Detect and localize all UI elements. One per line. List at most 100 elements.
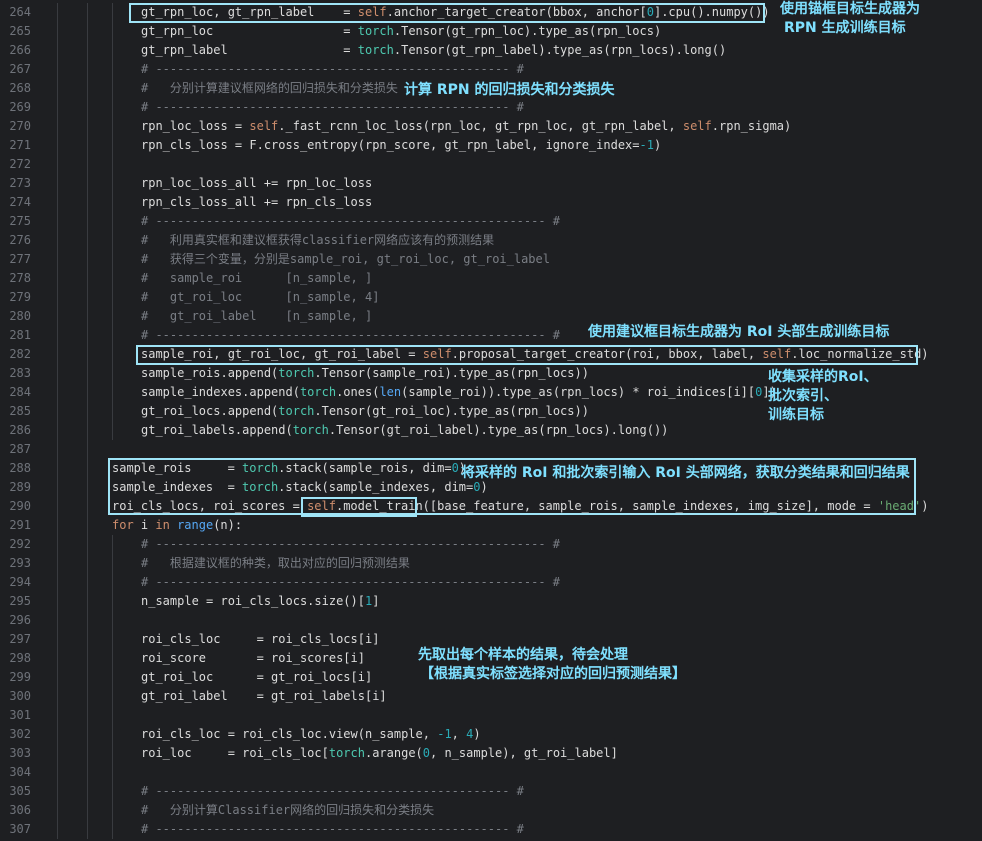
indent-guide [112, 611, 113, 630]
indent-guide [112, 212, 113, 231]
code-text: rpn_loc_loss = self._fast_rcnn_loc_loss(… [141, 119, 792, 133]
code-line[interactable]: 276 # 利用真实框和建议框获得classifier网络应该有的预测结果 [0, 231, 982, 250]
code-text: # --------------------------------------… [141, 575, 561, 589]
code-line[interactable]: 278 # sample_roi [n_sample, ] [0, 269, 982, 288]
code-line[interactable]: 267 # -----------------------------------… [0, 60, 982, 79]
code-line[interactable]: 272 [0, 155, 982, 174]
indent-guide [57, 269, 58, 288]
indent-guide [87, 155, 88, 174]
code-text: gt_rpn_label = torch.Tensor(gt_rpn_label… [141, 43, 727, 57]
indent-guide [57, 22, 58, 41]
code-line[interactable]: 286 gt_roi_labels.append(torch.Tensor(gt_… [0, 421, 982, 440]
indent-guide [112, 573, 113, 592]
indent-guide [57, 250, 58, 269]
line-number: 288 [9, 461, 31, 475]
code-line[interactable]: 269 # -----------------------------------… [0, 98, 982, 117]
code-text: roi_cls_loc = roi_cls_loc.view(n_sample,… [141, 727, 481, 741]
code-line[interactable]: 303 roi_loc = roi_cls_loc[torch.arange(0,… [0, 744, 982, 763]
code-line[interactable]: 292 # -----------------------------------… [0, 535, 982, 554]
code-line[interactable]: 287 [0, 440, 982, 459]
indent-guide [87, 231, 88, 250]
indent-guide [87, 649, 88, 668]
code-line[interactable]: 290 roi_cls_locs, roi_scores = self.model… [0, 497, 982, 516]
code-text: gt_roi_labels.append(torch.Tensor(gt_roi… [141, 423, 669, 437]
code-line[interactable]: 271 rpn_cls_loss = F.cross_entropy(rpn_sc… [0, 136, 982, 155]
code-text: # --------------------------------------… [141, 214, 561, 228]
code-line[interactable]: 295 n_sample = roi_cls_locs.size()[1] [0, 592, 982, 611]
indent-guide [87, 174, 88, 193]
code-line[interactable]: 275 # -----------------------------------… [0, 212, 982, 231]
code-text: n_sample = roi_cls_locs.size()[1] [141, 594, 380, 608]
code-line[interactable]: 282 sample_roi, gt_roi_loc, gt_roi_label … [0, 345, 982, 364]
indent-guide [87, 801, 88, 820]
code-line[interactable]: 306 # 分别计算Classifier网络的回归损失和分类损失 [0, 801, 982, 820]
code-line[interactable]: 293 # 根据建议框的种类，取出对应的回归预测结果 [0, 554, 982, 573]
line-number: 272 [9, 157, 31, 171]
indent-guide [57, 193, 58, 212]
code-line[interactable]: 291 for i in range(n): [0, 516, 982, 535]
code-text: gt_rpn_loc = torch.Tensor(gt_rpn_loc).ty… [141, 24, 662, 38]
code-line[interactable]: 277 # 获得三个变量，分别是sample_roi, gt_roi_loc, g… [0, 250, 982, 269]
indent-guide [87, 421, 88, 440]
line-number: 277 [9, 252, 31, 266]
indent-guide [57, 611, 58, 630]
code-line[interactable]: 307 # -----------------------------------… [0, 820, 982, 839]
line-number: 271 [9, 138, 31, 152]
line-number: 281 [9, 328, 31, 342]
code-line[interactable]: 273 rpn_loc_loss_all += rpn_loc_loss [0, 174, 982, 193]
code-text: gt_rpn_loc, gt_rpn_label = self.anchor_t… [141, 5, 770, 19]
code-line[interactable]: 266 gt_rpn_label = torch.Tensor(gt_rpn_la… [0, 41, 982, 60]
code-line[interactable]: 305 # -----------------------------------… [0, 782, 982, 801]
annotation-per-sample-1: 先取出每个样本的结果，待会处理 [418, 647, 628, 663]
indent-guide [112, 744, 113, 763]
indent-guide [57, 725, 58, 744]
code-line[interactable]: 296 [0, 611, 982, 630]
indent-guide [87, 554, 88, 573]
code-text: # --------------------------------------… [141, 62, 524, 76]
indent-guide [112, 41, 113, 60]
indent-guide [57, 364, 58, 383]
indent-guide [57, 801, 58, 820]
code-line[interactable]: 300 gt_roi_label = gt_roi_labels[i] [0, 687, 982, 706]
line-number: 287 [9, 442, 31, 456]
line-number: 283 [9, 366, 31, 380]
indent-guide [57, 459, 58, 478]
code-line[interactable]: 294 # -----------------------------------… [0, 573, 982, 592]
code-line[interactable]: 301 [0, 706, 982, 725]
indent-guide [112, 421, 113, 440]
indent-guide [112, 117, 113, 136]
indent-guide [57, 79, 58, 98]
indent-guide [57, 706, 58, 725]
indent-guide [112, 79, 113, 98]
indent-guide [57, 592, 58, 611]
indent-guide [87, 535, 88, 554]
indent-guide [57, 478, 58, 497]
indent-guide [112, 801, 113, 820]
indent-guide [112, 22, 113, 41]
line-number: 279 [9, 290, 31, 304]
indent-guide [87, 516, 88, 535]
indent-guide [87, 98, 88, 117]
line-number: 268 [9, 81, 31, 95]
code-line[interactable]: 302 roi_cls_loc = roi_cls_loc.view(n_samp… [0, 725, 982, 744]
code-text: sample_roi, gt_roi_loc, gt_roi_label = s… [141, 347, 929, 361]
indent-guide [57, 630, 58, 649]
code-line[interactable]: 304 [0, 763, 982, 782]
indent-guide [57, 687, 58, 706]
indent-guide [87, 383, 88, 402]
code-line[interactable]: 270 rpn_loc_loss = self._fast_rcnn_loc_lo… [0, 117, 982, 136]
indent-guide [57, 516, 58, 535]
line-number: 307 [9, 822, 31, 836]
code-line[interactable]: 279 # gt_roi_loc [n_sample, 4] [0, 288, 982, 307]
indent-guide [57, 421, 58, 440]
code-editor[interactable]: 264 gt_rpn_loc, gt_rpn_label = self.ancho… [0, 0, 982, 841]
code-line[interactable]: 274 rpn_cls_loss_all += rpn_cls_loss [0, 193, 982, 212]
indent-guide [57, 174, 58, 193]
code-text: # gt_roi_loc [n_sample, 4] [141, 290, 380, 304]
line-number: 285 [9, 404, 31, 418]
indent-guide [87, 573, 88, 592]
code-text: # --------------------------------------… [141, 537, 561, 551]
indent-guide [112, 687, 113, 706]
indent-guide [87, 763, 88, 782]
code-text: # 利用真实框和建议框获得classifier网络应该有的预测结果 [141, 233, 495, 247]
